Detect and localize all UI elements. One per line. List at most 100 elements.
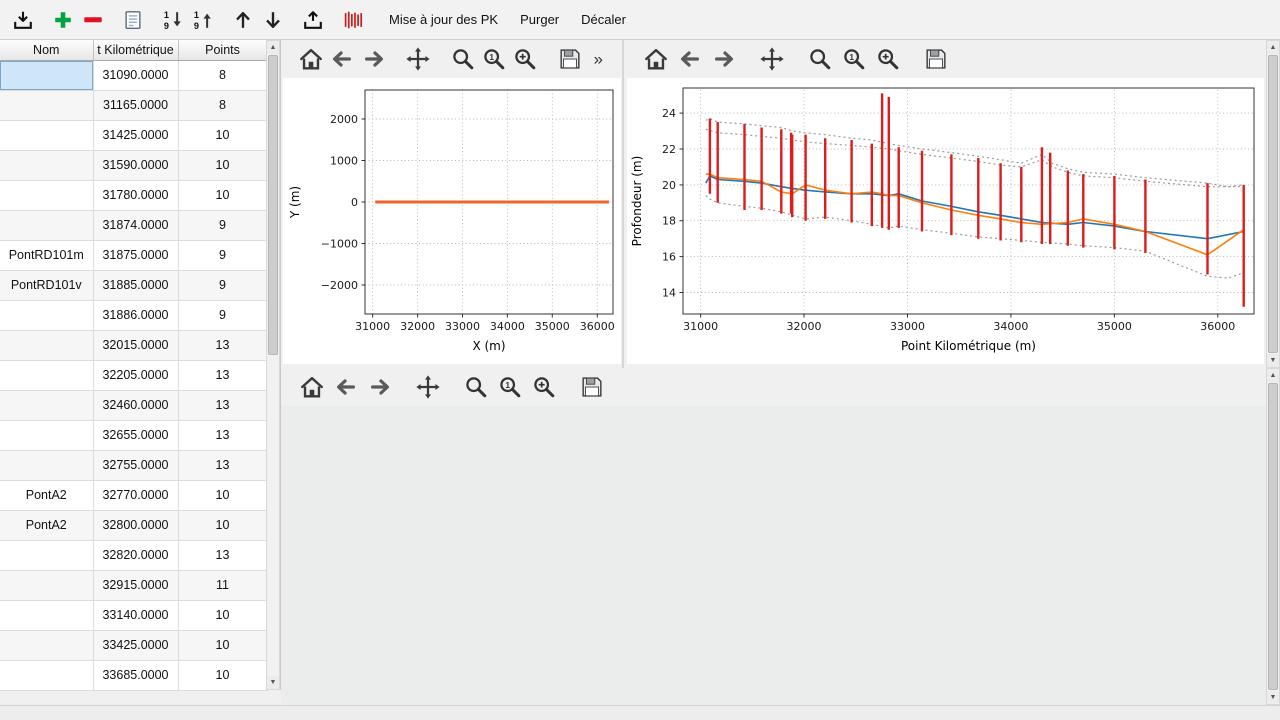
cell-nom[interactable] — [0, 540, 93, 570]
back-button[interactable] — [675, 44, 705, 74]
decaler-button[interactable]: Décaler — [574, 7, 633, 32]
cell-pk[interactable]: 32015.0000 — [93, 330, 178, 360]
save-figure-button[interactable] — [921, 44, 951, 74]
cell-pk[interactable]: 32915.0000 — [93, 570, 178, 600]
cell-pk[interactable]: 33685.0000 — [93, 660, 178, 690]
table-row[interactable]: PontRD101m31875.00009 — [0, 240, 267, 270]
table-row[interactable]: 31090.00008 — [0, 60, 267, 90]
scrollbar-thumb[interactable] — [268, 55, 278, 355]
save-figure-button[interactable] — [556, 44, 583, 74]
cell-nom[interactable]: PontA2 — [0, 510, 93, 540]
forward-button[interactable] — [709, 44, 739, 74]
zoom-rect-button[interactable] — [805, 44, 835, 74]
update-pk-button[interactable]: Mise à jour des PK — [382, 7, 505, 32]
cell-nom[interactable] — [0, 600, 93, 630]
table-row[interactable]: PontA232800.000010 — [0, 510, 267, 540]
cell-pk[interactable]: 31090.0000 — [93, 60, 178, 90]
cell-points[interactable]: 13 — [178, 390, 267, 420]
cell-points[interactable]: 8 — [178, 60, 267, 90]
zoom-one-button[interactable]: 1 — [495, 372, 525, 402]
cell-points[interactable]: 13 — [178, 540, 267, 570]
table-row[interactable]: 32755.000013 — [0, 450, 267, 480]
cell-pk[interactable]: 31780.0000 — [93, 180, 178, 210]
table-row[interactable]: 31165.00008 — [0, 90, 267, 120]
scroll-up-icon[interactable]: ▲ — [1267, 41, 1279, 54]
table-row[interactable]: 32820.000013 — [0, 540, 267, 570]
cell-pk[interactable]: 32820.0000 — [93, 540, 178, 570]
zoom-one-button[interactable]: 1 — [480, 44, 507, 74]
cell-points[interactable]: 9 — [178, 240, 267, 270]
zoom-region-button[interactable] — [873, 44, 903, 74]
pan-button[interactable] — [757, 44, 787, 74]
empty-figure-area[interactable] — [281, 406, 1266, 705]
cell-nom[interactable] — [0, 180, 93, 210]
home-button[interactable] — [641, 44, 671, 74]
cell-nom[interactable] — [0, 150, 93, 180]
table-row[interactable]: PontA232770.000010 — [0, 480, 267, 510]
table-scrollbar[interactable]: ▲ ▼ — [266, 40, 280, 690]
scroll-down-icon[interactable]: ▼ — [1267, 354, 1279, 367]
cell-pk[interactable]: 32205.0000 — [93, 360, 178, 390]
scrollbar-thumb[interactable] — [1268, 55, 1278, 353]
charts-scrollbar[interactable]: ▲ ▼ — [1266, 40, 1280, 368]
profiles-button[interactable] — [338, 5, 368, 35]
bottom-scrollbar[interactable]: ▲ ▼ — [1266, 368, 1280, 705]
forward-button[interactable] — [365, 372, 395, 402]
move-up-button[interactable] — [228, 5, 258, 35]
cell-points[interactable]: 10 — [178, 510, 267, 540]
cell-points[interactable]: 13 — [178, 420, 267, 450]
cell-nom[interactable] — [0, 390, 93, 420]
purger-button[interactable]: Purger — [513, 7, 566, 32]
cell-pk[interactable]: 32770.0000 — [93, 480, 178, 510]
table-row[interactable]: 33685.000010 — [0, 660, 267, 690]
table-row[interactable]: 31886.00009 — [0, 300, 267, 330]
zoom-region-button[interactable] — [529, 372, 559, 402]
table-row[interactable]: 32205.000013 — [0, 360, 267, 390]
cell-points[interactable]: 10 — [178, 630, 267, 660]
scroll-down-icon[interactable]: ▼ — [1267, 691, 1279, 704]
cell-nom[interactable] — [0, 90, 93, 120]
cell-nom[interactable] — [0, 660, 93, 690]
cell-nom[interactable] — [0, 570, 93, 600]
cell-points[interactable]: 10 — [178, 120, 267, 150]
edit-button[interactable] — [118, 5, 148, 35]
cell-nom[interactable] — [0, 360, 93, 390]
cell-nom[interactable] — [0, 210, 93, 240]
table-row[interactable]: 31590.000010 — [0, 150, 267, 180]
toolbar-overflow-button[interactable]: » — [588, 44, 615, 74]
table-row[interactable]: 33425.000010 — [0, 630, 267, 660]
sort-ascending-button[interactable]: 19 — [188, 5, 218, 35]
cell-pk[interactable]: 31885.0000 — [93, 270, 178, 300]
add-row-button[interactable] — [48, 5, 78, 35]
cell-points[interactable]: 11 — [178, 570, 267, 600]
cell-pk[interactable]: 31425.0000 — [93, 120, 178, 150]
home-button[interactable] — [297, 44, 324, 74]
cell-pk[interactable]: 33140.0000 — [93, 600, 178, 630]
zoom-region-button[interactable] — [512, 44, 539, 74]
cell-points[interactable]: 9 — [178, 210, 267, 240]
profile-chart-canvas[interactable]: 3100032000330003400035000360001416182022… — [627, 78, 1264, 364]
table-row[interactable]: 32460.000013 — [0, 390, 267, 420]
cell-nom[interactable]: PontRD101m — [0, 240, 93, 270]
remove-row-button[interactable] — [78, 5, 108, 35]
export-button[interactable] — [298, 5, 328, 35]
cell-nom[interactable] — [0, 420, 93, 450]
zoom-rect-button[interactable] — [461, 372, 491, 402]
pan-button[interactable] — [404, 44, 431, 74]
cell-points[interactable]: 9 — [178, 270, 267, 300]
table-row[interactable]: 31780.000010 — [0, 180, 267, 210]
cell-nom[interactable] — [0, 120, 93, 150]
table-row[interactable]: 32015.000013 — [0, 330, 267, 360]
cell-pk[interactable]: 31874.0000 — [93, 210, 178, 240]
scroll-up-icon[interactable]: ▲ — [1267, 369, 1279, 382]
back-button[interactable] — [331, 372, 361, 402]
column-header-pk[interactable]: t Kilométrique — [93, 40, 178, 60]
scroll-up-icon[interactable]: ▲ — [267, 41, 279, 54]
sort-descending-button[interactable]: 19 — [158, 5, 188, 35]
table-row[interactable]: 32655.000013 — [0, 420, 267, 450]
cell-nom[interactable] — [0, 330, 93, 360]
cell-nom[interactable] — [0, 450, 93, 480]
cell-points[interactable]: 10 — [178, 150, 267, 180]
import-button[interactable] — [8, 5, 38, 35]
home-button[interactable] — [297, 372, 327, 402]
